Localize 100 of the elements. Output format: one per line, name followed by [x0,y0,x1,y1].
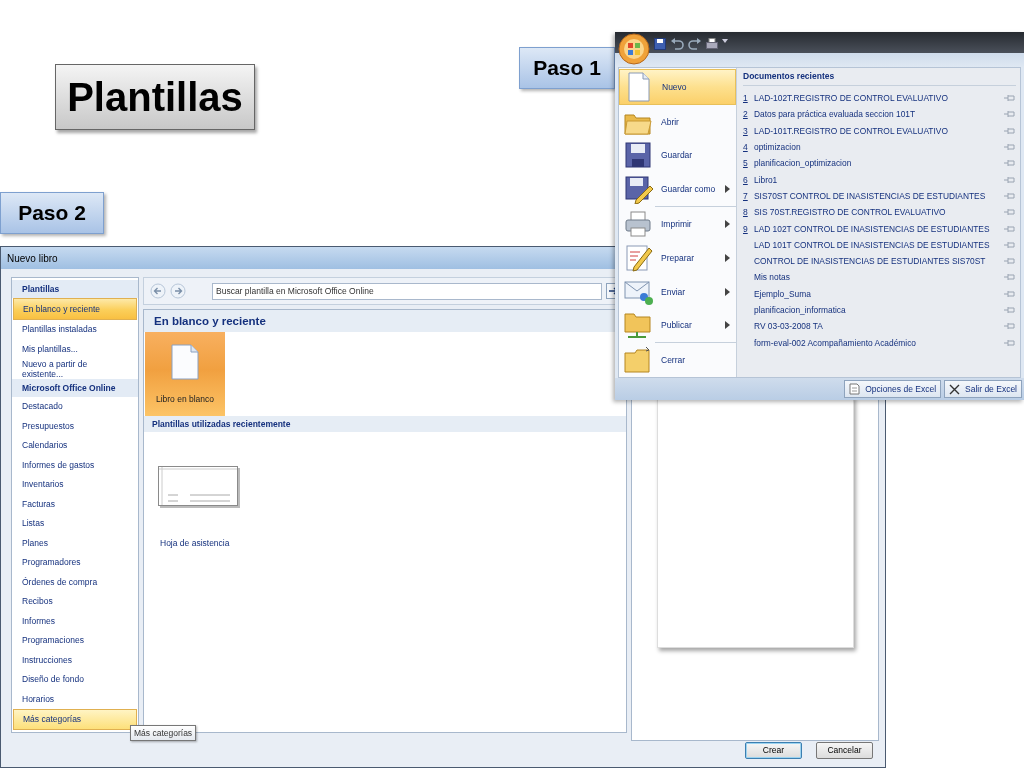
recent-document-link[interactable]: CONTROL DE INASISTENCIAS DE ESTUDIANTES SIS70ST [754,256,1000,267]
pin-icon[interactable] [1004,273,1016,282]
template-name[interactable]: Hoja de asistencia [158,538,240,548]
sidebar-item[interactable]: Informes de gastos [12,455,138,475]
dialog-button[interactable]: Crear [745,741,802,759]
pin-icon[interactable] [1004,208,1016,217]
recent-document-link[interactable]: LAD-101T.REGISTRO DE CONTROL EVALUATIVO [754,125,1000,136]
menu-footer-button[interactable]: Salir de Excel [944,380,1022,398]
shortcut-number: 3 [743,125,749,136]
printer-icon [624,209,654,239]
sidebar-item[interactable]: Diseño de fondo [12,669,138,689]
shortcut-number: 5 [743,158,749,169]
recent-document-link[interactable]: LAD 102T CONTROL DE INASISTENCIAS DE ESTUDIANTES [754,223,1000,234]
menu-command[interactable]: Guardar [619,138,736,173]
sidebar-heading: Plantillas [12,280,138,298]
pin-icon[interactable] [1004,289,1016,298]
blank-page-icon [171,344,199,380]
recent-document-link[interactable]: planificacion_informatica [754,305,1000,315]
menu-footer-button[interactable]: Opciones de Excel [844,380,942,398]
blank-workbook-tile[interactable]: Libro en blanco [145,332,225,416]
shortcut-number: 4 [743,142,749,153]
sidebar-item[interactable]: Calendarios [12,435,138,455]
sidebar-item[interactable]: Instrucciones [12,650,138,670]
pin-icon[interactable] [1004,159,1016,168]
recent-document-link[interactable]: RV 03-03-2008 TA [754,321,1000,332]
shortcut-number: 1 [743,93,749,104]
recent-document-link[interactable]: LAD-102T.REGISTRO DE CONTROL EVALUATIVO [754,93,1000,104]
shortcut-number: 9 [743,223,749,234]
menu-command[interactable]: Nuevo [619,69,736,105]
undo-icon[interactable] [670,38,684,50]
menu-command[interactable]: Preparar [619,240,736,275]
recent-document-link[interactable]: Libro1 [754,174,1000,185]
sidebar-item[interactable]: Nuevo a partir de existente... [12,358,138,379]
sidebar-heading: Microsoft Office Online [12,378,138,397]
folder-network-icon [624,310,654,341]
pin-icon[interactable] [1004,175,1016,184]
sidebar-item[interactable]: Mis plantillas... [12,339,138,359]
step-label: Paso 2 [0,192,104,234]
sidebar-item[interactable]: Programadores [12,552,138,572]
pin-icon[interactable] [1004,94,1016,103]
shortcut-number: 7 [743,190,749,201]
pin-icon[interactable] [1004,224,1016,233]
pin-icon[interactable] [1004,143,1016,152]
pin-icon[interactable] [1004,110,1016,119]
search-field[interactable]: Buscar plantilla en Microsoft Office Online [212,282,602,300]
window-title: Nuevo libro [7,252,58,264]
pin-icon[interactable] [1004,322,1016,331]
sidebar-item[interactable]: Presupuestos [12,416,138,436]
sidebar-item[interactable]: Inventarios [12,474,138,494]
menu-command[interactable]: Cerrar [619,343,736,378]
submenu-arrow-icon [725,253,730,262]
recent-document-link[interactable]: Datos para práctica evaluada seccion 101T [754,109,1000,120]
submenu-arrow-icon [725,220,730,228]
recent-document-link[interactable]: Ejemplo_Suma [754,288,1000,299]
menu-command[interactable]: Imprimir [619,207,736,241]
panel-heading: Documentos recientes [743,71,1016,86]
recent-document-link[interactable]: planificacion_optimizacion [754,158,1000,169]
sidebar-item[interactable]: Plantillas instaladas [12,319,138,339]
sidebar-item[interactable]: Programaciones [12,630,138,650]
office-button-icon[interactable] [618,33,650,65]
recent-document-link[interactable]: form-eval-002 Acompañamiento Académico [754,337,1000,348]
sidebar-item[interactable]: Horarios [12,689,138,709]
dialog-button[interactable]: Cancelar [816,741,873,759]
recent-document-link[interactable]: SIS70ST CONTROL DE INASISTENCIAS DE ESTUDIANTES [754,190,1000,201]
slide-title: Plantillas [55,64,255,130]
document-icon [849,383,861,395]
sidebar-item[interactable]: Más categorías [13,708,137,730]
tooltip: Más categorías [130,725,197,741]
pin-icon[interactable] [1004,240,1016,249]
pin-icon[interactable] [1004,257,1016,266]
pin-icon[interactable] [1004,306,1016,314]
recent-document-link[interactable]: optimizacion [754,142,1000,153]
shortcut-number: 6 [743,174,749,185]
recent-document-link[interactable]: SIS 70ST.REGISTRO DE CONTROL EVALUATIVO [754,207,1000,218]
recent-document-link[interactable]: Mis notas [754,272,1000,283]
pin-icon[interactable] [1004,126,1016,135]
pin-icon[interactable] [1004,191,1016,200]
shortcut-number: 2 [743,109,749,120]
menu-command[interactable]: Guardar como [619,172,736,207]
sidebar-item[interactable]: Listas [12,513,138,533]
sidebar-item[interactable]: Órdenes de compra [12,572,138,592]
menu-command[interactable]: Abrir [619,104,736,139]
pin-icon[interactable] [1004,338,1016,347]
caret-icon[interactable] [722,38,728,44]
pencil-document-icon [624,242,654,273]
menu-command[interactable]: Enviar [619,274,736,309]
recent-document-link[interactable]: LAD 101T CONTROL DE INASISTENCIAS DE ESTUDIANTES [754,239,1000,250]
sidebar-item[interactable]: Facturas [12,494,138,514]
sidebar-item[interactable]: Destacado [12,396,138,416]
sidebar-item[interactable]: Recibos [12,591,138,611]
section-heading: Plantillas utilizadas recientemente [144,416,626,432]
sidebar-item[interactable]: Planes [12,533,138,553]
printer-icon[interactable] [706,38,718,50]
redo-icon[interactable] [688,38,702,50]
step-label: Paso 1 [519,47,615,89]
sidebar-item[interactable]: Informes [12,611,138,631]
submenu-arrow-icon [725,321,730,330]
close-icon [949,383,961,395]
floppy-disk-pencil-icon [624,174,654,205]
sidebar-item[interactable]: En blanco y reciente [13,298,137,320]
